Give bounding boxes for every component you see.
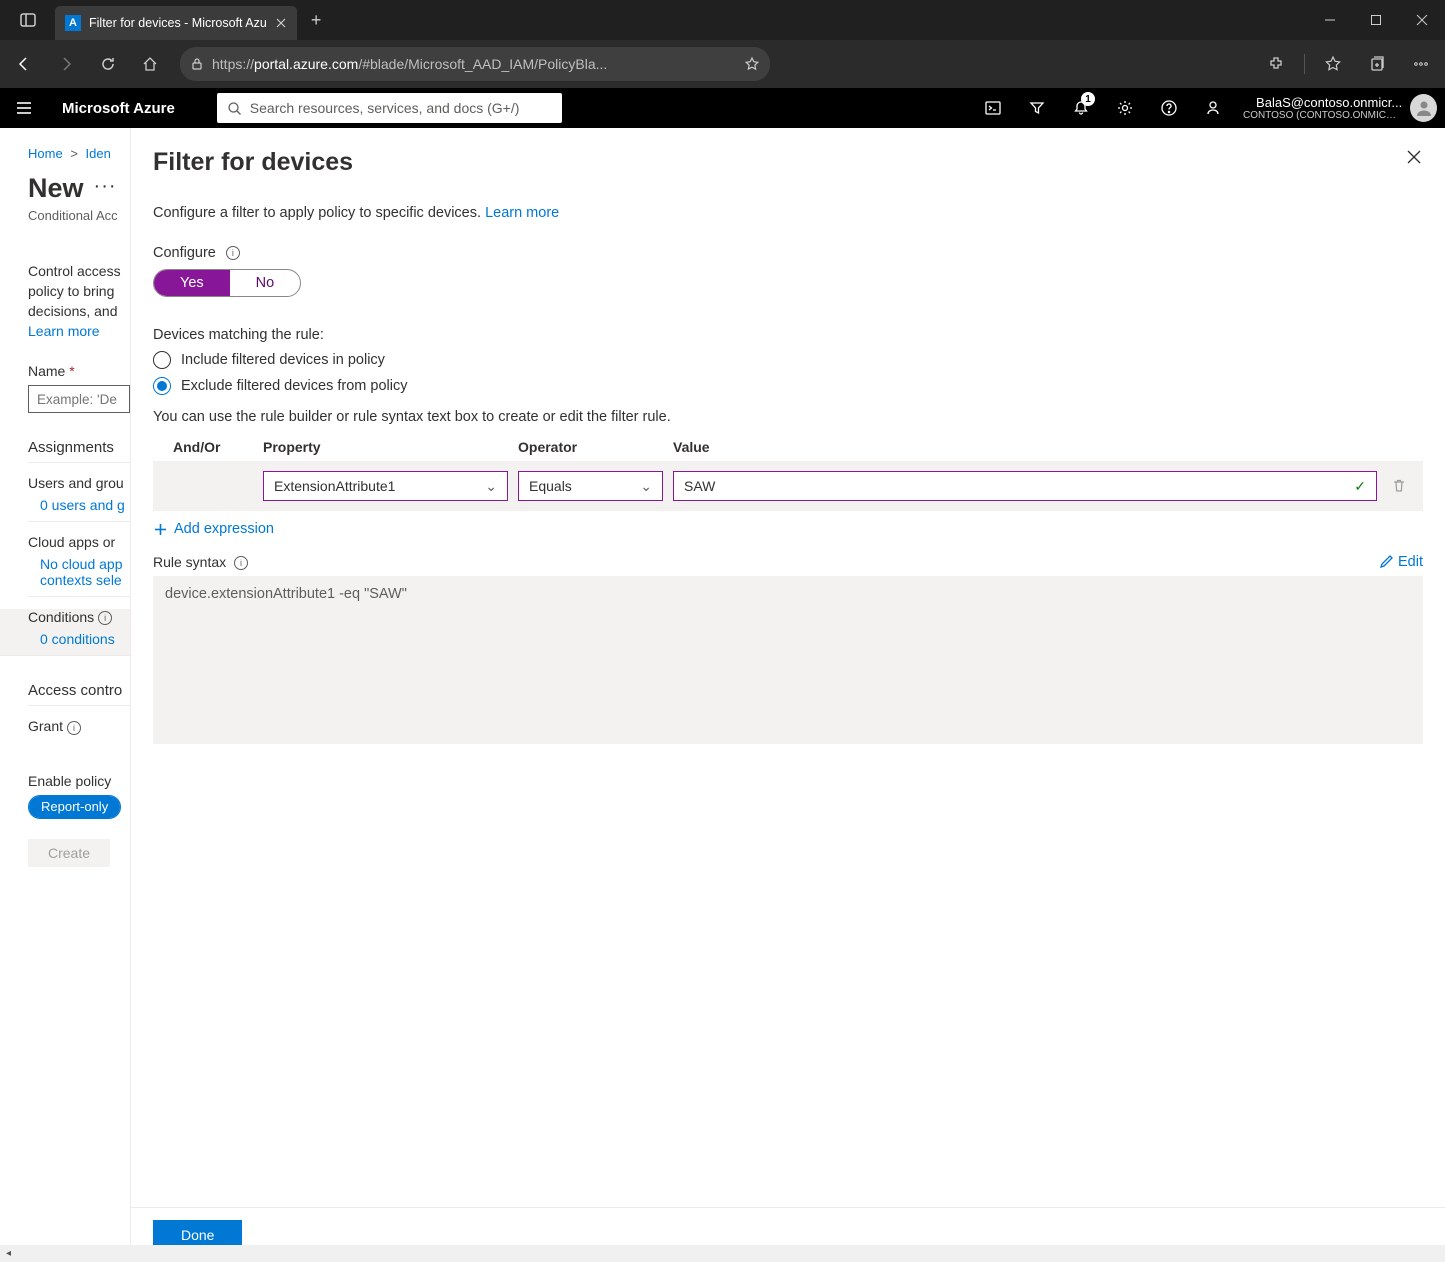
assignments-heading: Assignments	[28, 439, 130, 463]
configure-toggle[interactable]: Yes No	[153, 269, 301, 297]
breadcrumb: Home > Iden	[28, 146, 130, 161]
favorite-icon[interactable]	[736, 44, 768, 84]
close-panel-button[interactable]	[1405, 148, 1423, 169]
nav-forward-button[interactable]	[46, 44, 86, 84]
radio-exclude[interactable]: Exclude filtered devices from policy	[153, 377, 1423, 395]
url-text: https://portal.azure.com/#blade/Microsof…	[212, 56, 728, 72]
col-property: Property	[263, 439, 518, 455]
plus-icon	[153, 522, 168, 537]
tab-title: Filter for devices - Microsoft Azu	[89, 16, 267, 30]
collections-icon[interactable]	[1357, 44, 1397, 84]
settings-button[interactable]	[1103, 88, 1147, 128]
favorites-icon[interactable]	[1313, 44, 1353, 84]
account-email: BalaS@contoso.onmicr...	[1243, 95, 1402, 110]
info-icon: i	[98, 611, 112, 625]
policy-name-input[interactable]	[28, 385, 130, 413]
name-label: Name *	[28, 363, 130, 379]
portal-search-input[interactable]: Search resources, services, and docs (G+…	[217, 93, 562, 123]
browser-tab[interactable]: A Filter for devices - Microsoft Azu	[55, 6, 297, 40]
value-input[interactable]: SAW ✓	[673, 471, 1377, 501]
radio-include[interactable]: Include filtered devices in policy	[153, 351, 1423, 369]
chevron-down-icon: ⌄	[640, 478, 652, 495]
rule-row: ExtensionAttribute1 ⌄ Equals ⌄ SAW ✓	[153, 461, 1423, 511]
create-button[interactable]: Create	[28, 839, 110, 867]
directory-filter-button[interactable]	[1015, 88, 1059, 128]
notifications-button[interactable]: 1	[1059, 88, 1103, 128]
filter-devices-panel: Filter for devices Configure a filter to…	[130, 128, 1445, 1262]
grant-item[interactable]: Granti	[28, 718, 130, 742]
cloud-apps-item[interactable]: Cloud apps or No cloud appcontexts sele	[28, 534, 130, 597]
nav-refresh-button[interactable]	[88, 44, 128, 84]
tab-favicon-icon: A	[65, 15, 81, 31]
enable-policy-label: Enable policy	[28, 773, 130, 789]
learn-more-link[interactable]: Learn more	[28, 321, 130, 341]
col-operator: Operator	[518, 439, 673, 455]
toggle-yes[interactable]: Yes	[154, 270, 230, 296]
portal-menu-button[interactable]	[0, 88, 48, 128]
learn-more-link[interactable]: Learn more	[485, 205, 559, 221]
account-menu[interactable]: BalaS@contoso.onmicr... CONTOSO (CONTOSO…	[1235, 94, 1445, 122]
pencil-icon	[1379, 554, 1394, 569]
configure-label: Configure	[153, 245, 216, 261]
checkmark-icon: ✓	[1354, 478, 1366, 495]
window-close-button[interactable]	[1399, 0, 1445, 40]
page-subtitle: Conditional Acc	[28, 208, 130, 223]
panel-title: Filter for devices	[153, 148, 353, 177]
info-icon[interactable]: i	[226, 246, 240, 260]
operator-select[interactable]: Equals ⌄	[518, 471, 663, 501]
breadcrumb-identity[interactable]: Iden	[86, 146, 111, 161]
policy-form-pane: Home > Iden New ··· Conditional Acc Cont…	[0, 128, 130, 1262]
users-groups-item[interactable]: Users and grou 0 users and g	[28, 475, 130, 522]
avatar-icon	[1410, 94, 1437, 122]
add-expression-button[interactable]: Add expression	[153, 521, 274, 537]
property-select[interactable]: ExtensionAttribute1 ⌄	[263, 471, 508, 501]
azure-topbar: Microsoft Azure Search resources, servic…	[0, 88, 1445, 128]
info-icon[interactable]: i	[234, 556, 248, 570]
window-minimize-button[interactable]	[1307, 0, 1353, 40]
rule-description: You can use the rule builder or rule syn…	[153, 409, 1423, 425]
access-controls-heading: Access contro	[28, 682, 130, 706]
nav-home-button[interactable]	[130, 44, 170, 84]
search-icon	[227, 101, 242, 116]
page-title: New	[28, 173, 84, 204]
lock-icon	[190, 57, 204, 71]
tab-panel-button[interactable]	[0, 0, 55, 40]
more-icon[interactable]	[1401, 44, 1441, 84]
notification-badge: 1	[1081, 92, 1095, 106]
delete-row-button[interactable]	[1387, 478, 1411, 494]
edit-syntax-button[interactable]: Edit	[1379, 554, 1423, 570]
account-directory: CONTOSO (CONTOSO.ONMICRO...	[1243, 110, 1402, 121]
browser-titlebar: A Filter for devices - Microsoft Azu +	[0, 0, 1445, 40]
col-andor: And/Or	[173, 439, 263, 455]
col-value: Value	[673, 439, 1423, 455]
conditions-item[interactable]: Conditionsi 0 conditions	[0, 609, 130, 656]
panel-intro: Configure a filter to apply policy to sp…	[153, 205, 1423, 221]
brand-label[interactable]: Microsoft Azure	[48, 100, 189, 117]
horizontal-scrollbar[interactable]: ◂	[0, 1245, 1445, 1262]
breadcrumb-home[interactable]: Home	[28, 146, 63, 161]
help-button[interactable]	[1147, 88, 1191, 128]
chevron-down-icon: ⌄	[485, 478, 497, 495]
feedback-button[interactable]	[1191, 88, 1235, 128]
tab-close-icon[interactable]	[275, 17, 287, 29]
cloud-shell-button[interactable]	[971, 88, 1015, 128]
new-tab-button[interactable]: +	[297, 10, 336, 31]
scroll-left-icon[interactable]: ◂	[0, 1245, 17, 1262]
enable-policy-toggle[interactable]: Report-only	[28, 795, 121, 819]
rule-syntax-label: Rule syntax i	[153, 554, 248, 570]
window-maximize-button[interactable]	[1353, 0, 1399, 40]
rule-syntax-textbox[interactable]: device.extensionAttribute1 -eq "SAW"	[153, 576, 1423, 744]
browser-address-bar: https://portal.azure.com/#blade/Microsof…	[0, 40, 1445, 88]
nav-back-button[interactable]	[4, 44, 44, 84]
info-icon: i	[67, 721, 81, 735]
url-field[interactable]: https://portal.azure.com/#blade/Microsof…	[180, 47, 770, 81]
extensions-icon[interactable]	[1256, 44, 1296, 84]
rule-mode-label: Devices matching the rule:	[153, 327, 1423, 343]
toggle-no[interactable]: No	[230, 270, 301, 296]
search-placeholder: Search resources, services, and docs (G+…	[250, 100, 520, 116]
